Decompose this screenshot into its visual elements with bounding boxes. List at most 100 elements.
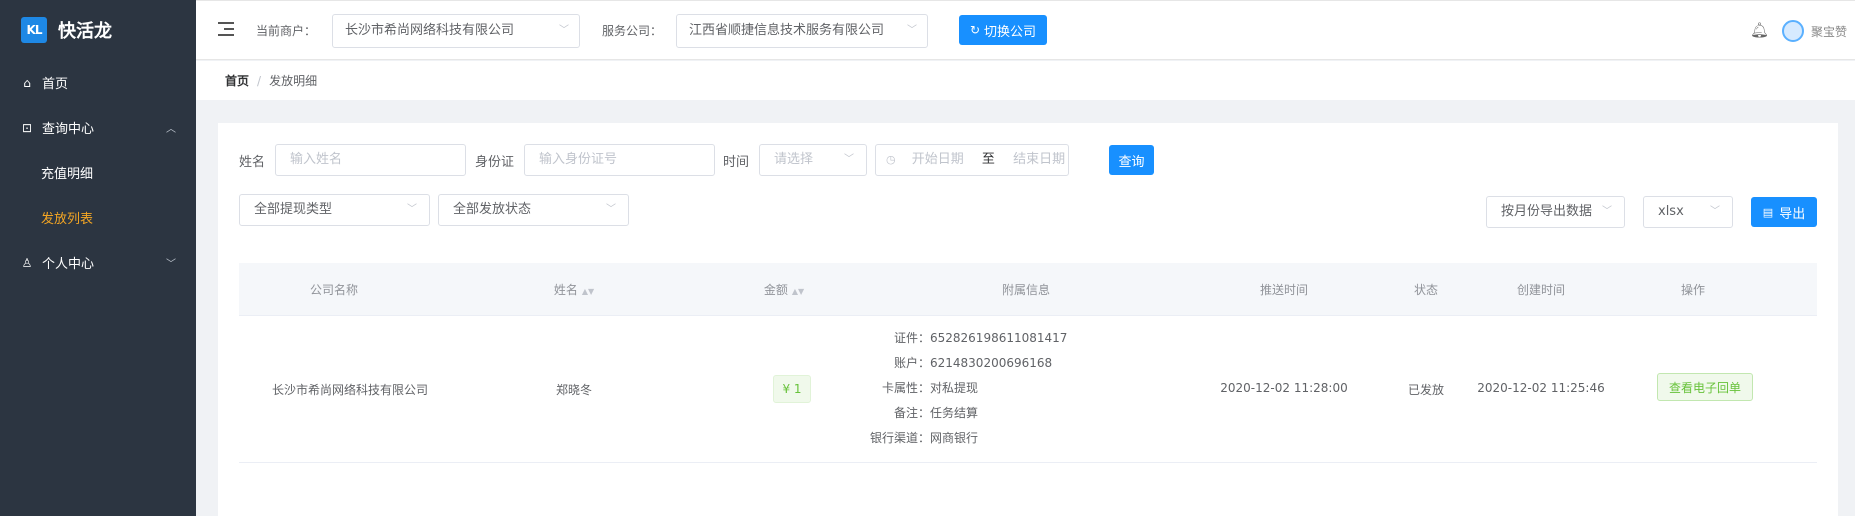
view-receipt-button[interactable]: 查看电子回单 (1657, 373, 1753, 401)
merchant-value: 长沙市希尚网络科技有限公司 (345, 23, 515, 38)
end-date-placeholder: 结束日期 (1013, 152, 1066, 167)
column-header-push-time: 推送时间 (1259, 282, 1308, 297)
chevron-down-icon: ﹀ (407, 204, 417, 215)
sort-icon[interactable]: ▲▼ (792, 287, 804, 296)
user-icon: ♙ (21, 255, 33, 270)
search-center-icon: ⊡ (21, 120, 33, 135)
table-header: 公司名称 姓名 ▲▼ 金额 ▲▼ 附属信息 推送时间 状态 创建时间 操作 (239, 263, 1817, 316)
breadcrumb-home[interactable]: 首页 (225, 72, 249, 89)
switch-company-label: 切换公司 (984, 24, 1037, 40)
export-mode-value: 按月份导出数据 (1501, 204, 1593, 219)
clock-icon: ◷ (886, 153, 896, 166)
breadcrumb: 首页 / 发放明细 (196, 61, 1855, 100)
bell-icon[interactable]: 🔔︎ (1750, 21, 1769, 39)
document-icon: ▤ (1762, 205, 1774, 219)
sidebar-item-label: 发放列表 (41, 212, 94, 227)
sidebar-item-personal-center[interactable]: ♙ 个人中心 ﹀ (0, 240, 196, 285)
cell-name: 郑晓冬 (555, 383, 592, 397)
issue-status-value: 全部发放状态 (453, 202, 532, 217)
info-remark: 备注：任务结算 (893, 406, 979, 420)
date-range-picker[interactable]: ◷ 开始日期 至 结束日期 (875, 144, 1069, 176)
status-badge: 已发放 (1407, 383, 1444, 397)
avatar[interactable] (1782, 20, 1804, 42)
name-input[interactable]: 输入姓名 (275, 144, 466, 176)
username[interactable]: 聚宝赞 (1811, 23, 1847, 40)
issue-table: 公司名称 姓名 ▲▼ 金额 ▲▼ 附属信息 推送时间 状态 创建时间 操作 长沙市希… (239, 263, 1817, 463)
sidebar-item-query-center[interactable]: ⊡ 查询中心 ︿ (0, 105, 196, 150)
cell-push-time: 2020-12-02 11:28:00 (1220, 381, 1348, 395)
breadcrumb-current: 发放明细 (269, 74, 318, 88)
service-company-select[interactable]: 江西省顺捷信息技术服务有限公司 ﹀ (676, 14, 928, 48)
refresh-icon: ↻ (969, 23, 981, 37)
logo: KL 快活龙 (0, 0, 196, 60)
sidebar-item-label: 个人中心 (42, 257, 95, 272)
withdraw-type-value: 全部提现类型 (254, 202, 333, 217)
column-header-name-label: 姓名 (553, 282, 578, 297)
info-id-card: 证件：652826198611081417 (893, 331, 1068, 345)
info-account: 账户：6214830200696168 (893, 356, 1053, 370)
column-header-amount-label: 金额 (763, 282, 788, 297)
export-format-select[interactable]: xlsx ﹀ (1643, 196, 1733, 228)
withdraw-type-select[interactable]: 全部提现类型 ﹀ (239, 194, 430, 226)
top-header: 当前商户： 长沙市希尚网络科技有限公司 ﹀ 服务公司： 江西省顺捷信息技术服务有… (196, 0, 1855, 60)
sidebar-item-home[interactable]: ⌂ 首页 (0, 60, 196, 105)
main-card: 姓名 输入姓名 身份证 输入身份证号 时间 请选择 ﹀ ◷ 开始日期 至 结束日… (218, 123, 1838, 516)
info-card-type: 卡属性：对私提现 (881, 381, 979, 395)
time-label: 时间 (723, 155, 750, 170)
cell-created-time: 2020-12-02 11:25:46 (1477, 381, 1605, 395)
start-date-placeholder: 开始日期 (911, 152, 964, 167)
query-button[interactable]: 查询 (1109, 145, 1154, 175)
date-range-separator: 至 (981, 152, 995, 167)
time-type-select[interactable]: 请选择 ﹀ (759, 144, 867, 176)
service-company-value: 江西省顺捷信息技术服务有限公司 (689, 23, 885, 38)
column-header-action: 操作 (1680, 282, 1705, 297)
chevron-up-icon: ︿ (166, 124, 176, 135)
issue-status-select[interactable]: 全部发放状态 ﹀ (438, 194, 629, 226)
export-label: 导出 (1779, 206, 1806, 222)
chevron-down-icon: ﹀ (166, 259, 176, 270)
chevron-down-icon: ﹀ (606, 204, 616, 215)
info-bank-channel: 银行渠道：网商银行 (869, 431, 979, 445)
breadcrumb-separator: / (257, 73, 262, 88)
column-header-created-time: 创建时间 (1516, 282, 1565, 297)
sidebar-item-issue-list[interactable]: 发放列表 (0, 195, 196, 240)
service-company-label: 服务公司： (602, 24, 663, 38)
cell-info: 证件：652826198611081417 账户：621483020069616… (834, 326, 1094, 451)
column-header-name[interactable]: 姓名 ▲▼ (529, 281, 619, 298)
sort-icon[interactable]: ▲▼ (582, 287, 594, 296)
chevron-down-icon: ﹀ (559, 25, 569, 36)
merchant-select[interactable]: 长沙市希尚网络科技有限公司 ﹀ (332, 14, 580, 48)
sidebar-item-label: 查询中心 (42, 122, 95, 137)
chevron-down-icon: ﹀ (1602, 206, 1612, 217)
id-card-placeholder: 输入身份证号 (539, 152, 618, 167)
chevron-down-icon: ﹀ (844, 154, 854, 165)
column-header-info: 附属信息 (1001, 282, 1050, 297)
logo-mark: KL (21, 17, 47, 43)
chevron-down-icon: ﹀ (1710, 206, 1720, 217)
export-mode-select[interactable]: 按月份导出数据 ﹀ (1486, 196, 1625, 228)
sidebar-item-label: 充值明细 (41, 167, 94, 182)
cell-company: 长沙市希尚网络科技有限公司 (271, 383, 428, 397)
sidebar-item-label: 首页 (42, 77, 69, 92)
name-placeholder: 输入姓名 (290, 152, 343, 167)
table-row: 长沙市希尚网络科技有限公司 郑晓冬 ¥ 1 证件：652826198611081… (239, 316, 1817, 463)
query-label: 查询 (1118, 154, 1145, 170)
column-header-amount[interactable]: 金额 ▲▼ (739, 281, 829, 298)
cell-amount: ¥ 1 (773, 375, 811, 403)
home-icon: ⌂ (23, 75, 31, 90)
switch-company-button[interactable]: ↻ 切换公司 (959, 15, 1047, 45)
app-name: 快活龙 (58, 21, 112, 42)
name-label: 姓名 (239, 155, 266, 170)
export-format-value: xlsx (1658, 204, 1684, 219)
sidebar: KL 快活龙 ⌂ 首页 ⊡ 查询中心 ︿ 充值明细 发放列表 ♙ 个人中心 ﹀ (0, 0, 196, 516)
sidebar-item-recharge-detail[interactable]: 充值明细 (0, 150, 196, 195)
column-header-status: 状态 (1413, 282, 1438, 297)
merchant-label: 当前商户： (256, 24, 317, 38)
id-card-input[interactable]: 输入身份证号 (524, 144, 715, 176)
column-header-company: 公司名称 (309, 282, 358, 297)
time-type-placeholder: 请选择 (774, 152, 814, 167)
export-button[interactable]: ▤ 导出 (1751, 197, 1817, 227)
id-card-label: 身份证 (475, 155, 515, 170)
menu-toggle-icon[interactable] (218, 22, 234, 36)
chevron-down-icon: ﹀ (907, 25, 917, 36)
